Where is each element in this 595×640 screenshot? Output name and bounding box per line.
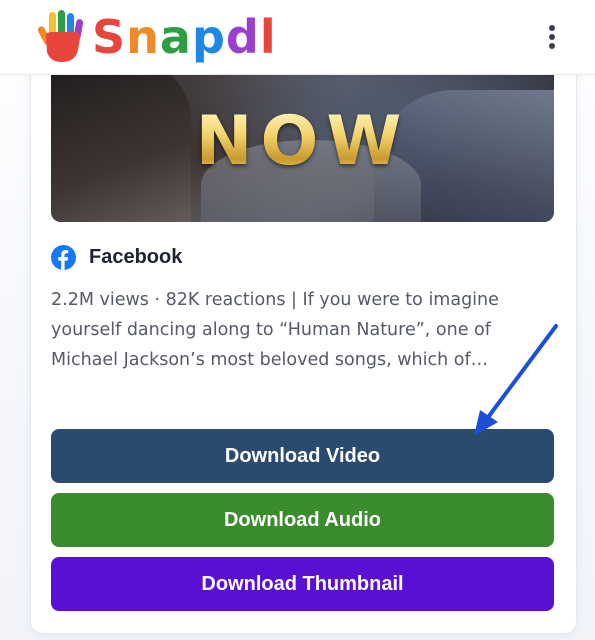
logo[interactable]: Snapdl <box>34 8 277 66</box>
more-vertical-icon[interactable] <box>537 22 567 52</box>
facebook-icon <box>51 245 76 270</box>
hand-logo-icon <box>37 10 84 62</box>
download-audio-button[interactable]: Download Audio <box>51 493 554 547</box>
source-row: Facebook <box>51 245 182 270</box>
top-header: Snapdl <box>0 0 595 75</box>
download-video-button[interactable]: Download Video <box>51 429 554 483</box>
thumbnail-overlay-text: NOW <box>51 108 554 176</box>
download-thumbnail-button[interactable]: Download Thumbnail <box>51 557 554 611</box>
logo-text: Snapdl <box>92 10 277 64</box>
video-description: 2.2M views · 82K reactions | If you were… <box>51 290 499 370</box>
page: WATCH NOW Snapdl <box>0 0 595 640</box>
source-label: Facebook <box>89 246 183 268</box>
